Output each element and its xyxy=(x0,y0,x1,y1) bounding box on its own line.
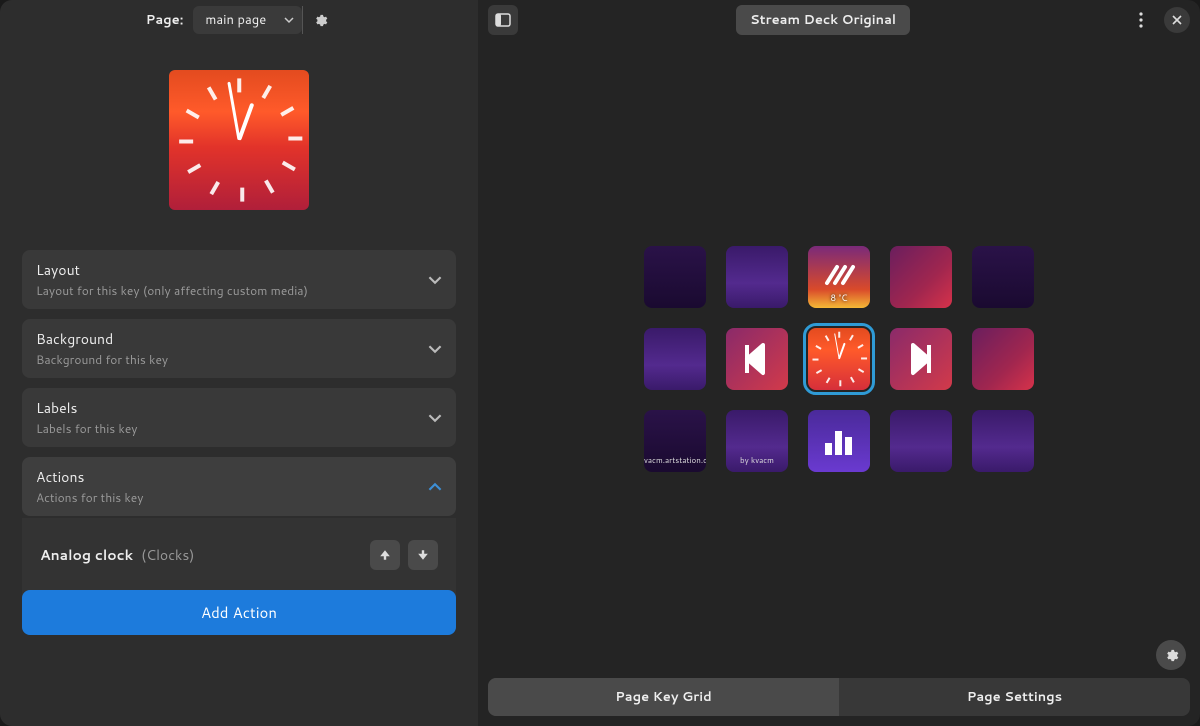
actions-body: Analog clock (Clocks) Add Action xyxy=(22,518,456,635)
prev-track-icon xyxy=(726,328,788,390)
key-grid-wrap: 8 °C vacm.artstation.c by kvacm xyxy=(478,40,1200,678)
action-move-up-button[interactable] xyxy=(370,540,400,570)
page-select-value: main page xyxy=(205,11,266,29)
key-caption: vacm.artstation.c xyxy=(644,454,706,466)
volume-bars-icon xyxy=(808,410,870,472)
section-title: Layout xyxy=(36,260,428,280)
more-menu-button[interactable] xyxy=(1128,7,1154,33)
action-group: (Clocks) xyxy=(141,545,194,565)
key-5[interactable] xyxy=(644,328,706,390)
section-actions[interactable]: Actions Actions for this key xyxy=(22,457,456,516)
key-10[interactable]: vacm.artstation.c xyxy=(644,410,706,472)
action-move-down-button[interactable] xyxy=(408,540,438,570)
page-select[interactable]: main page xyxy=(193,6,302,34)
section-title: Actions xyxy=(36,467,428,487)
key-label: 8 °C xyxy=(808,291,870,304)
chevron-down-icon xyxy=(428,342,442,356)
section-subtitle: Background for this key xyxy=(36,351,428,368)
sidebar-header: Page: main page xyxy=(0,0,478,40)
chevron-up-icon xyxy=(428,480,442,494)
key-grid: 8 °C vacm.artstation.c by kvacm xyxy=(644,246,1034,472)
toggle-sidebar-button[interactable] xyxy=(488,5,518,35)
section-list: Layout Layout for this key (only affecti… xyxy=(0,250,478,726)
key-6[interactable] xyxy=(726,328,788,390)
gear-icon xyxy=(313,13,328,28)
section-title: Background xyxy=(36,329,428,349)
arrow-down-icon xyxy=(417,549,429,561)
next-track-icon xyxy=(890,328,952,390)
key-14[interactable] xyxy=(972,410,1034,472)
chevron-down-icon xyxy=(284,15,294,25)
key-2[interactable]: 8 °C xyxy=(808,246,870,308)
key-13[interactable] xyxy=(890,410,952,472)
main-panel: Stream Deck Original 8 °C vacm.artstation… xyxy=(478,0,1200,726)
key-12[interactable] xyxy=(808,410,870,472)
page-settings-button[interactable] xyxy=(302,6,332,34)
device-name[interactable]: Stream Deck Original xyxy=(736,5,910,35)
more-vertical-icon xyxy=(1139,12,1143,28)
footer-tabs: Page Key Grid Page Settings xyxy=(488,678,1190,716)
section-subtitle: Actions for this key xyxy=(36,489,428,506)
section-background[interactable]: Background Background for this key xyxy=(22,319,456,378)
key-9[interactable] xyxy=(972,328,1034,390)
key-11[interactable]: by kvacm xyxy=(726,410,788,472)
tab-page-settings[interactable]: Page Settings xyxy=(839,678,1190,716)
key-3[interactable] xyxy=(890,246,952,308)
key-preview-image xyxy=(169,70,309,210)
gear-icon xyxy=(1164,648,1179,663)
section-labels[interactable]: Labels Labels for this key xyxy=(22,388,456,447)
chevron-down-icon xyxy=(428,411,442,425)
key-7[interactable] xyxy=(808,328,870,390)
key-4[interactable] xyxy=(972,246,1034,308)
arrow-up-icon xyxy=(379,549,391,561)
close-icon xyxy=(1172,15,1182,25)
sidebar-icon xyxy=(495,12,511,28)
action-name: Analog clock xyxy=(40,545,133,565)
action-row[interactable]: Analog clock (Clocks) xyxy=(22,526,456,584)
chevron-down-icon xyxy=(428,273,442,287)
section-subtitle: Labels for this key xyxy=(36,420,428,437)
main-header: Stream Deck Original xyxy=(478,0,1200,40)
section-subtitle: Layout for this key (only affecting cust… xyxy=(36,282,428,299)
key-8[interactable] xyxy=(890,328,952,390)
sidebar: Page: main page Layout Layout for this k… xyxy=(0,0,478,726)
key-1[interactable] xyxy=(726,246,788,308)
grid-settings-button[interactable] xyxy=(1156,640,1186,670)
tab-page-key-grid[interactable]: Page Key Grid xyxy=(488,678,839,716)
key-caption: by kvacm xyxy=(726,454,788,466)
section-layout[interactable]: Layout Layout for this key (only affecti… xyxy=(22,250,456,309)
section-title: Labels xyxy=(36,398,428,418)
close-button[interactable] xyxy=(1164,7,1190,33)
page-label: Page: xyxy=(146,11,184,29)
add-action-button[interactable]: Add Action xyxy=(22,590,456,635)
key-preview xyxy=(0,40,478,250)
key-0[interactable] xyxy=(644,246,706,308)
